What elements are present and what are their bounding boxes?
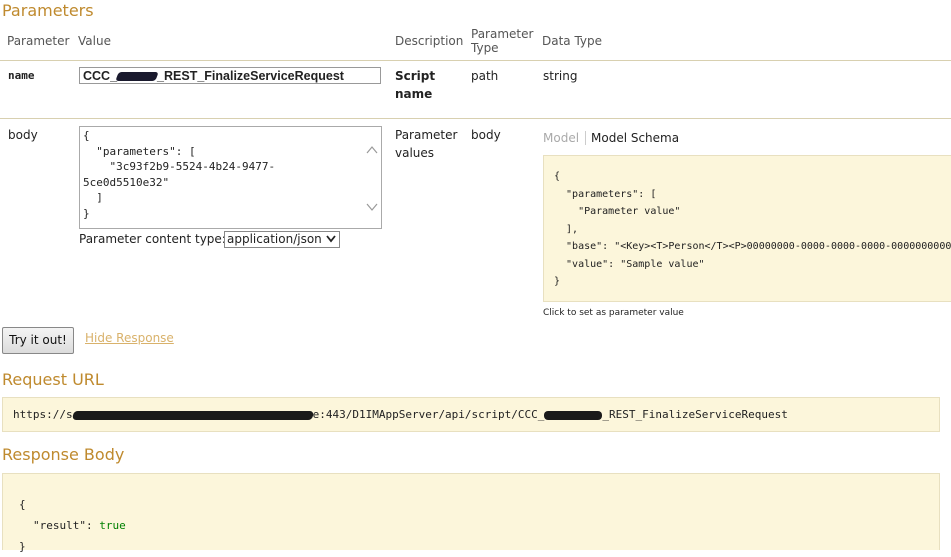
param-type-body: body xyxy=(471,128,501,142)
request-url-suffix: _REST_FinalizeServiceRequest xyxy=(602,408,788,421)
scroll-up-icon xyxy=(366,146,378,154)
description-line2: values xyxy=(395,146,435,160)
response-close-brace: } xyxy=(19,540,26,553)
script-name-suffix: _REST_FinalizeServiceRequest xyxy=(157,69,344,83)
content-type-label: Parameter content type: xyxy=(79,232,226,246)
response-result-line: "result": true xyxy=(19,515,923,536)
header-data-type: Data Type xyxy=(542,34,603,48)
request-url-prefix: https://s xyxy=(13,408,73,421)
param-name-name: name xyxy=(8,69,35,82)
script-name-input[interactable]: CCC_ _REST_FinalizeServiceRequest xyxy=(79,67,381,84)
response-body-title: Response Body xyxy=(2,445,125,464)
header-value: Value xyxy=(78,34,111,48)
tab-model-schema[interactable]: Model Schema xyxy=(591,129,679,147)
row-divider xyxy=(0,118,951,119)
response-value: true xyxy=(99,519,126,532)
click-hint: Click to set as parameter value xyxy=(543,308,684,318)
model-schema-box[interactable]: { "parameters": [ "Parameter value" ], "… xyxy=(543,155,951,302)
header-parameter-type-line2: Type xyxy=(471,41,499,55)
redaction-mark xyxy=(71,410,314,420)
hide-response-link[interactable]: Hide Response xyxy=(85,329,174,347)
description-line1: Parameter xyxy=(395,128,458,142)
param-name-body: body xyxy=(8,128,38,142)
param-type-path: path xyxy=(471,69,499,83)
model-schema-content: { "parameters": [ "Parameter value" ], "… xyxy=(554,171,951,287)
description-line2: name xyxy=(395,87,433,101)
chevron-down-icon xyxy=(326,235,336,243)
parameters-title: Parameters xyxy=(2,1,94,20)
header-parameter-type: Parameter Type xyxy=(471,27,533,55)
request-url-title: Request URL xyxy=(2,370,104,389)
header-description: Description xyxy=(395,34,464,48)
data-type-string: string xyxy=(543,69,578,83)
response-colon: : xyxy=(85,519,100,532)
description-parameter-values: Parameter values xyxy=(395,126,457,162)
response-open-brace: { xyxy=(19,498,26,511)
tab-model[interactable]: Model xyxy=(543,129,579,147)
try-it-out-button[interactable]: Try it out! xyxy=(2,327,74,354)
response-key: "result" xyxy=(33,519,86,532)
redaction-mark xyxy=(115,72,159,82)
content-type-select[interactable]: application/json xyxy=(224,231,340,248)
request-url-box: https://s e:443/D1IMAppServer/api/script/… xyxy=(2,397,940,432)
redaction-mark xyxy=(544,410,603,420)
scroll-down-icon xyxy=(366,203,378,211)
tab-separator xyxy=(585,131,586,145)
header-divider xyxy=(0,60,951,61)
request-url-middle: e:443/D1IMAppServer/api/script/CCC_ xyxy=(312,408,545,421)
script-name-prefix: CCC_ xyxy=(83,69,118,83)
description-line1: Script xyxy=(395,69,436,83)
response-body-box: { "result": true } xyxy=(2,473,940,553)
content-type-value: application/json xyxy=(227,232,322,246)
description-script-name: Script name xyxy=(395,67,435,103)
header-parameter-type-line1: Parameter xyxy=(471,27,534,41)
header-parameter: Parameter xyxy=(7,34,70,48)
body-textarea[interactable]: { "parameters": [ "3c93f2b9-5524-4b24-94… xyxy=(79,126,382,229)
textarea-scrollbar[interactable] xyxy=(364,127,380,228)
body-textarea-content: { "parameters": [ "3c93f2b9-5524-4b24-94… xyxy=(83,129,276,220)
